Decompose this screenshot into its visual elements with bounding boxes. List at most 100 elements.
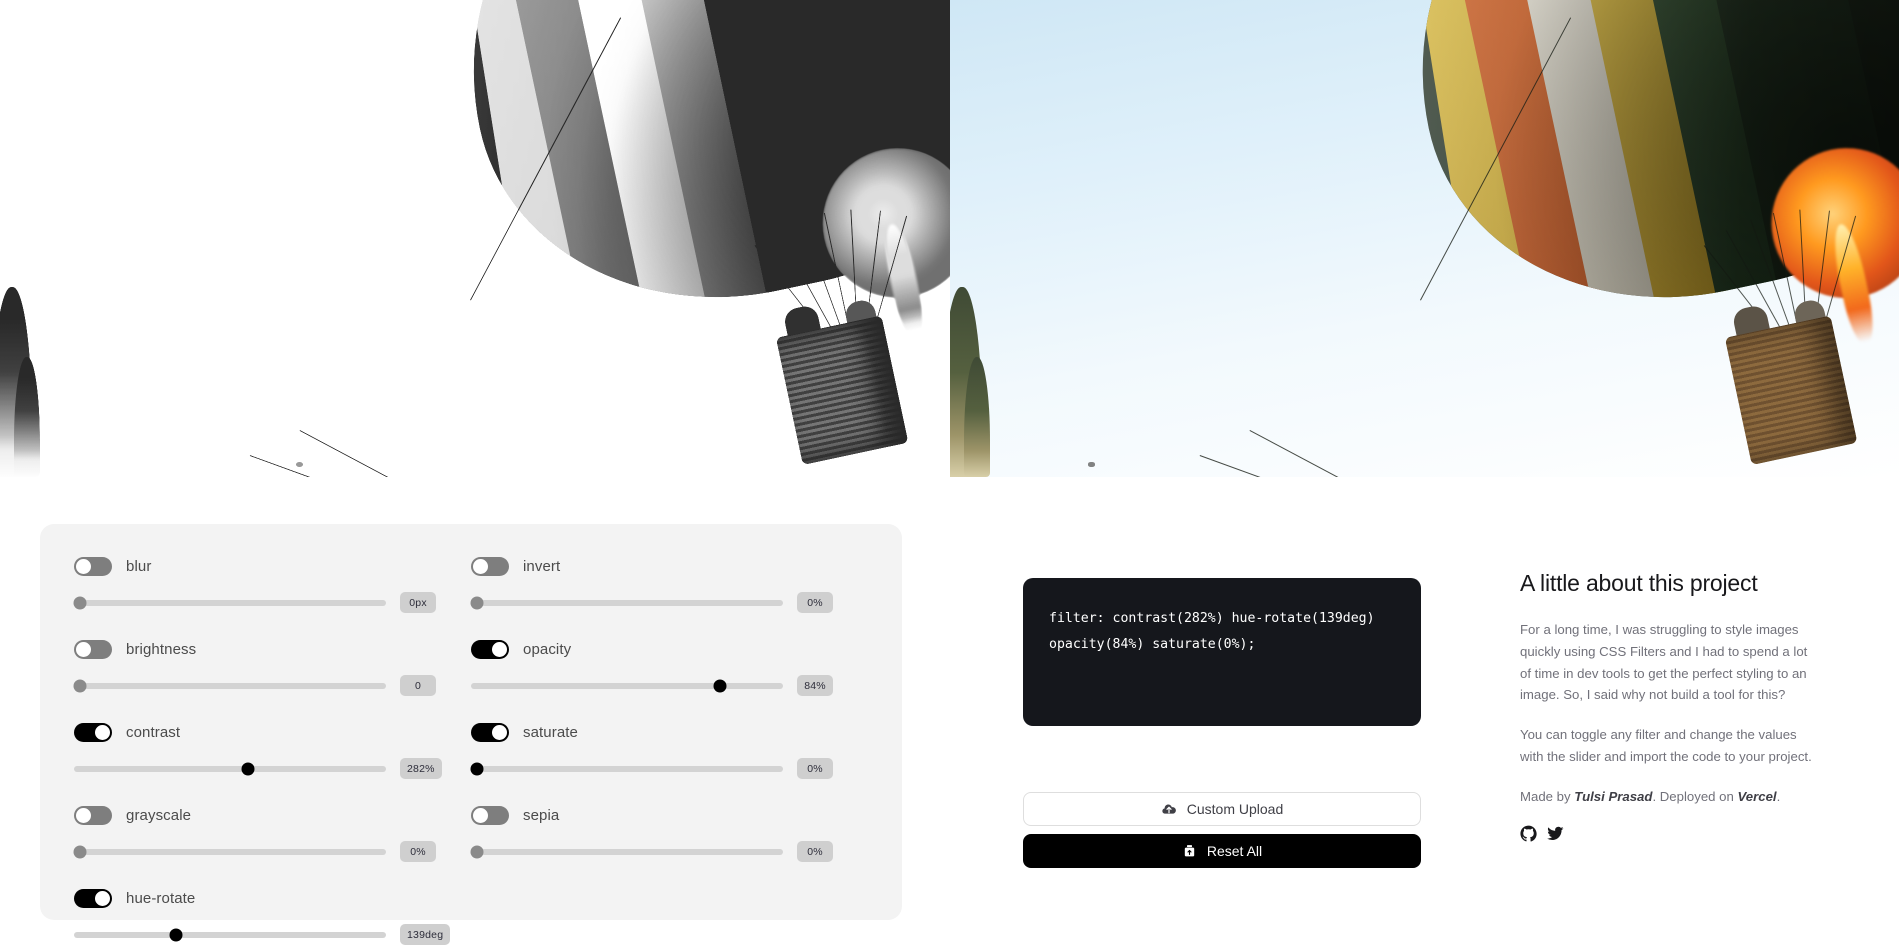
control-row: 84% bbox=[471, 675, 868, 696]
credit-author: Tulsi Prasad bbox=[1574, 788, 1653, 804]
custom-upload-label: Custom Upload bbox=[1186, 801, 1284, 817]
slider-thumb[interactable] bbox=[73, 679, 87, 692]
label-saturate: saturate bbox=[523, 723, 578, 741]
control-row: 0 bbox=[73, 675, 471, 696]
code-line-1: filter: contrast(282%) hue-rotate(139deg… bbox=[1049, 611, 1375, 626]
value-badge-hue-rotate: 139deg bbox=[400, 924, 451, 945]
slider-thumb[interactable] bbox=[470, 762, 484, 775]
image-speck bbox=[1088, 462, 1095, 467]
toggle-knob bbox=[473, 558, 488, 574]
custom-upload-button[interactable]: Custom Upload bbox=[1023, 792, 1421, 826]
toggle-invert[interactable] bbox=[471, 556, 509, 576]
value-badge-contrast: 282% bbox=[400, 758, 442, 779]
slider-track bbox=[74, 682, 386, 689]
toggle-contrast[interactable] bbox=[74, 722, 112, 742]
slider-opacity[interactable] bbox=[471, 679, 783, 693]
control-head: invert bbox=[471, 554, 868, 578]
reset-all-button[interactable]: Reset All bbox=[1023, 834, 1421, 868]
control-row: 0% bbox=[470, 758, 868, 779]
toggle-grayscale[interactable] bbox=[74, 805, 112, 825]
filtered-balloon-image bbox=[0, 0, 950, 477]
slider-thumb[interactable] bbox=[73, 596, 87, 609]
label-invert: invert bbox=[523, 557, 561, 575]
code-line-2: opacity(84%) saturate(0%); bbox=[1049, 637, 1256, 653]
original-preview-pane bbox=[950, 0, 1899, 477]
filter-control-hue-rotate: hue-rotate 139deg bbox=[74, 886, 471, 945]
filter-controls-panel: blur 0px brightness 0 contrast 282% grayscale 0… bbox=[40, 524, 902, 945]
credit-suffix: . bbox=[1776, 788, 1781, 804]
credit-host: Vercel bbox=[1737, 788, 1777, 804]
about-section: A little about this project For a long t… bbox=[1520, 570, 1820, 847]
slider-saturate[interactable] bbox=[470, 762, 783, 776]
slider-track bbox=[74, 765, 386, 772]
control-head: brightness bbox=[74, 637, 471, 661]
slider-thumb[interactable] bbox=[470, 845, 484, 858]
filter-control-opacity: opacity 84% bbox=[471, 637, 868, 696]
toggle-knob bbox=[76, 558, 91, 574]
credit-prefix: Made by bbox=[1520, 788, 1575, 804]
control-row: 282% bbox=[74, 758, 471, 779]
slider-sepia[interactable] bbox=[470, 845, 783, 859]
filter-control-saturate: saturate 0% bbox=[470, 720, 868, 779]
toggle-brightness[interactable] bbox=[74, 639, 112, 659]
action-button-stack: Custom Upload Reset All bbox=[1023, 792, 1421, 868]
reset-all-label: Reset All bbox=[1206, 843, 1263, 859]
label-contrast: contrast bbox=[126, 723, 181, 741]
label-grayscale: grayscale bbox=[126, 806, 192, 824]
original-balloon-image bbox=[950, 0, 1899, 477]
slider-thumb[interactable] bbox=[73, 845, 87, 858]
toggle-sepia[interactable] bbox=[471, 805, 509, 825]
slider-grayscale[interactable] bbox=[73, 845, 386, 859]
value-badge-saturate: 0% bbox=[797, 758, 833, 779]
slider-brightness[interactable] bbox=[73, 679, 386, 693]
control-row: 0% bbox=[470, 841, 868, 862]
slider-thumb[interactable] bbox=[241, 762, 255, 775]
slider-contrast[interactable] bbox=[74, 762, 386, 776]
toggle-knob bbox=[492, 641, 507, 657]
label-sepia: sepia bbox=[523, 806, 560, 824]
about-title: A little about this project bbox=[1520, 570, 1758, 596]
controls-column-left: blur 0px brightness 0 contrast 282% grayscale 0… bbox=[73, 554, 471, 945]
toggle-blur[interactable] bbox=[74, 556, 112, 576]
social-links bbox=[1520, 825, 1820, 847]
label-opacity: opacity bbox=[523, 640, 572, 658]
control-row: 0% bbox=[470, 592, 868, 613]
slider-thumb[interactable] bbox=[169, 928, 183, 941]
code-output-column: filter: contrast(282%) hue-rotate(139deg… bbox=[1023, 578, 1421, 868]
filter-control-invert: invert 0% bbox=[470, 554, 868, 613]
toggle-knob bbox=[492, 724, 507, 740]
slider-thumb[interactable] bbox=[713, 679, 727, 692]
toggle-hue-rotate[interactable] bbox=[74, 888, 112, 908]
generated-css-code[interactable]: filter: contrast(282%) hue-rotate(139deg… bbox=[1023, 578, 1421, 726]
slider-thumb[interactable] bbox=[470, 596, 484, 609]
filter-control-grayscale: grayscale 0% bbox=[73, 803, 471, 862]
value-badge-opacity: 84% bbox=[797, 675, 833, 696]
twitter-icon[interactable] bbox=[1547, 825, 1564, 847]
slider-track bbox=[74, 599, 386, 606]
control-head: hue-rotate bbox=[74, 886, 471, 910]
cloud-upload-icon bbox=[1161, 801, 1177, 817]
filter-control-contrast: contrast 282% bbox=[74, 720, 471, 779]
control-row: 0% bbox=[73, 841, 471, 862]
slider-track bbox=[74, 931, 386, 938]
toggle-saturate[interactable] bbox=[471, 722, 509, 742]
value-badge-blur: 0px bbox=[400, 592, 436, 613]
filter-control-sepia: sepia 0% bbox=[470, 803, 868, 862]
label-blur: blur bbox=[126, 557, 152, 575]
toggle-knob bbox=[95, 724, 110, 740]
about-paragraph-2: You can toggle any filter and change the… bbox=[1520, 727, 1812, 764]
github-icon[interactable] bbox=[1520, 825, 1537, 847]
image-speck bbox=[296, 462, 303, 467]
trash-icon bbox=[1182, 843, 1197, 859]
toggle-knob bbox=[76, 807, 91, 823]
filter-control-brightness: brightness 0 bbox=[73, 637, 471, 696]
slider-hue-rotate[interactable] bbox=[74, 928, 386, 942]
slider-blur[interactable] bbox=[73, 596, 386, 610]
slider-invert[interactable] bbox=[470, 596, 783, 610]
value-badge-sepia: 0% bbox=[797, 841, 833, 862]
slider-track bbox=[471, 682, 783, 689]
toggle-opacity[interactable] bbox=[471, 639, 509, 659]
filter-control-blur: blur 0px bbox=[73, 554, 471, 613]
credit-line: Made by Tulsi Prasad. Deployed on Vercel… bbox=[1520, 786, 1820, 808]
filtered-preview-pane bbox=[0, 0, 950, 477]
